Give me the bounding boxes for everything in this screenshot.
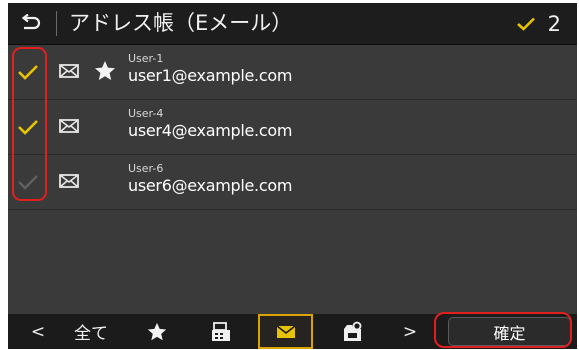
prev-label: < [30,321,46,342]
star-icon [147,322,167,340]
entry-email: user6@example.com [128,176,293,195]
title-divider [56,11,57,36]
mail-icon [59,64,79,78]
tab-fax[interactable] [198,314,244,349]
mail-icon [59,174,79,188]
tab-favorites[interactable] [134,314,180,349]
mail-icon [59,119,79,133]
back-arrow-icon [21,13,41,29]
tab-email[interactable] [258,314,313,349]
check-icon [516,17,535,31]
shared-folder-icon [344,321,362,341]
checkbox[interactable] [14,113,42,141]
tab-shared-folder[interactable] [328,314,378,349]
entry-email: user4@example.com [128,121,293,140]
list-item[interactable]: User-4 user4@example.com [8,100,577,155]
fax-icon [212,321,230,341]
entry-email: user1@example.com [128,66,293,85]
back-button[interactable] [8,3,52,44]
selected-count: 2 [547,11,561,36]
check-icon [18,65,38,80]
entry-name: User-4 [128,107,164,120]
page-title: アドレス帳（Eメール） [69,11,293,35]
mail-icon [276,324,295,338]
entry-name: User-1 [128,52,164,65]
prev-page-button[interactable]: < [18,314,58,349]
star-icon [95,61,115,80]
list-item[interactable]: User-1 user1@example.com [8,45,577,100]
tab-all-label: 全て [74,324,108,344]
bottom-toolbar: < 全て > 確定 [8,314,577,349]
list-item[interactable]: User-6 user6@example.com [8,155,577,210]
next-page-button[interactable]: > [390,314,430,349]
check-icon [18,175,38,190]
confirm-label: 確定 [493,323,526,343]
selection-indicator: 2 [516,3,561,44]
confirm-button[interactable]: 確定 [448,317,571,346]
entry-name: User-6 [128,162,164,175]
checkbox[interactable] [14,168,42,196]
title-bar: アドレス帳（Eメール） 2 [8,3,577,45]
check-icon [18,120,38,135]
next-label: > [402,321,418,342]
tab-all[interactable]: 全て [66,314,116,349]
address-list: User-1 user1@example.com User-4 user4@ex… [8,45,577,210]
address-book-screen: アドレス帳（Eメール） 2 User-1 user1@example.com U… [8,3,577,349]
checkbox[interactable] [14,58,42,86]
